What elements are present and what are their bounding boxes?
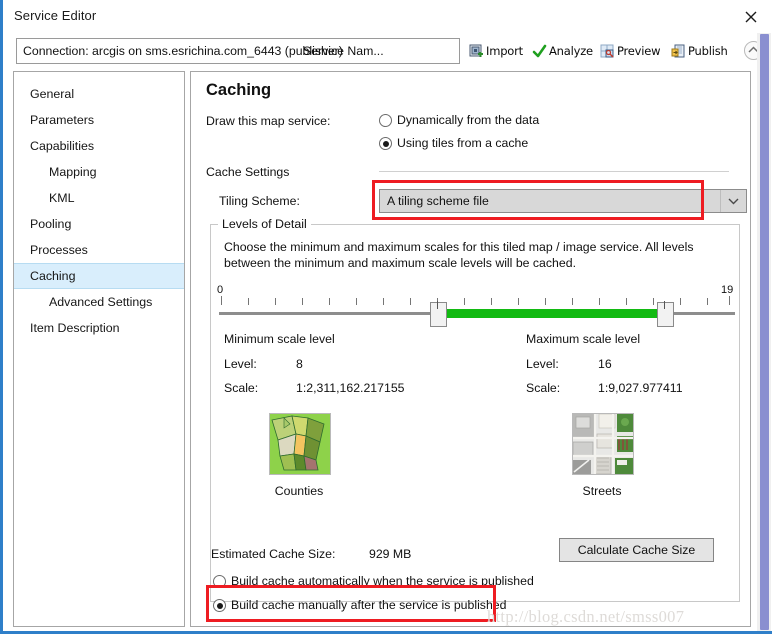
analyze-button[interactable]: Analyze bbox=[532, 42, 593, 60]
maximum-scale-value: 1:9,027.977411 bbox=[598, 381, 683, 395]
maximum-level-value: 16 bbox=[598, 357, 612, 371]
service-editor-window: Service Editor Connection: arcgis on sms… bbox=[0, 0, 776, 638]
window-shadow bbox=[0, 634, 776, 638]
maximum-scale-thumbnail-caption: Streets bbox=[582, 484, 622, 498]
vertical-scrollbar-thumb[interactable] bbox=[760, 34, 769, 630]
publish-icon bbox=[671, 44, 686, 59]
sidebar-item-advanced-settings[interactable]: Advanced Settings bbox=[14, 289, 184, 315]
sidebar-item-kml[interactable]: KML bbox=[14, 185, 184, 211]
cache-settings-divider bbox=[379, 171, 729, 172]
toolbar: Connection: arcgis on sms.esrichina.com_… bbox=[3, 33, 763, 69]
import-icon bbox=[469, 44, 484, 59]
window-title: Service Editor bbox=[14, 8, 97, 23]
cache-settings-label: Cache Settings bbox=[206, 165, 290, 179]
slider-min-tick-label: 0 bbox=[217, 284, 224, 296]
maximum-scale-key: Scale: bbox=[526, 381, 561, 395]
levels-slider[interactable]: 0 19 bbox=[217, 284, 735, 327]
maximum-scale-thumbnail bbox=[572, 413, 634, 475]
radio-build-cache-manually-label[interactable]: Build cache manually after the service i… bbox=[231, 598, 506, 612]
radio-using-tiles-from-cache[interactable] bbox=[379, 137, 392, 150]
watermark: http://blog.csdn.net/smss007 bbox=[487, 607, 685, 626]
minimum-scale-key: Scale: bbox=[224, 381, 259, 395]
estimated-cache-size-label: Estimated Cache Size: bbox=[211, 547, 336, 561]
connection-field[interactable]: Connection: arcgis on sms.esrichina.com_… bbox=[16, 38, 460, 64]
minimum-scale-title: Minimum scale level bbox=[224, 332, 335, 346]
minimum-level-key: Level: bbox=[224, 357, 257, 371]
minimum-scale-value: 1:2,311,162.217155 bbox=[296, 381, 405, 395]
slider-max-tick-label: 19 bbox=[721, 284, 734, 296]
checkmark-icon bbox=[532, 44, 547, 59]
analyze-label: Analyze bbox=[549, 44, 593, 58]
close-icon[interactable] bbox=[738, 5, 764, 29]
sidebar-item-item-description[interactable]: Item Description bbox=[14, 315, 184, 341]
slider-max-handle[interactable] bbox=[657, 301, 674, 327]
minimum-level-value: 8 bbox=[296, 357, 303, 371]
radio-build-cache-automatically-label[interactable]: Build cache automatically when the servi… bbox=[231, 574, 534, 588]
import-label: Import bbox=[486, 44, 523, 58]
sidebar-item-mapping[interactable]: Mapping bbox=[14, 159, 184, 185]
sidebar-item-caching[interactable]: Caching bbox=[14, 263, 184, 289]
radio-using-tiles-from-cache-label[interactable]: Using tiles from a cache bbox=[397, 136, 528, 150]
preview-icon bbox=[600, 44, 615, 59]
maximum-scale-title: Maximum scale level bbox=[526, 332, 641, 346]
minimum-scale-thumbnail-caption: Counties bbox=[274, 484, 324, 498]
draw-map-service-label: Draw this map service: bbox=[206, 114, 331, 128]
sidebar-item-processes[interactable]: Processes bbox=[14, 237, 184, 263]
preview-button[interactable]: Preview bbox=[600, 42, 661, 60]
minimum-scale-thumbnail bbox=[269, 413, 331, 475]
chevron-down-icon[interactable] bbox=[720, 190, 746, 212]
caching-panel: Caching Draw this map service: Dynamical… bbox=[190, 71, 751, 627]
publish-button[interactable]: Publish bbox=[671, 42, 728, 60]
slider-range-fill bbox=[437, 309, 664, 318]
calculate-cache-size-button[interactable]: Calculate Cache Size bbox=[559, 538, 714, 562]
radio-dynamically-from-data[interactable] bbox=[379, 114, 392, 127]
sidebar-item-pooling[interactable]: Pooling bbox=[14, 211, 184, 237]
radio-dynamically-from-data-label[interactable]: Dynamically from the data bbox=[397, 113, 539, 127]
import-button[interactable]: Import bbox=[469, 42, 523, 60]
settings-sidebar: General Parameters Capabilities Mapping … bbox=[13, 71, 185, 627]
levels-of-detail-description: Choose the minimum and maximum scales fo… bbox=[224, 240, 694, 270]
sidebar-item-general[interactable]: General bbox=[14, 81, 184, 107]
radio-build-cache-automatically[interactable] bbox=[213, 575, 226, 588]
window-border-left bbox=[0, 0, 3, 634]
preview-label: Preview bbox=[617, 44, 661, 58]
connection-text: Connection: arcgis on sms.esrichina.com_… bbox=[23, 44, 343, 58]
tiling-scheme-value: A tiling scheme file bbox=[387, 194, 489, 208]
title-bar: Service Editor bbox=[3, 0, 761, 33]
sidebar-item-parameters[interactable]: Parameters bbox=[14, 107, 184, 133]
tiling-scheme-select[interactable]: A tiling scheme file bbox=[379, 189, 747, 213]
slider-min-handle[interactable] bbox=[430, 301, 447, 327]
radio-build-cache-manually[interactable] bbox=[213, 599, 226, 612]
levels-of-detail-title: Levels of Detail bbox=[218, 217, 311, 231]
sidebar-item-capabilities[interactable]: Capabilities bbox=[14, 133, 184, 159]
tiling-scheme-label: Tiling Scheme: bbox=[219, 194, 300, 208]
estimated-cache-size-value: 929 MB bbox=[369, 547, 412, 561]
maximum-level-key: Level: bbox=[526, 357, 559, 371]
service-name-text: Service Nam... bbox=[303, 44, 384, 58]
page-title: Caching bbox=[206, 81, 272, 99]
publish-label: Publish bbox=[688, 44, 728, 58]
